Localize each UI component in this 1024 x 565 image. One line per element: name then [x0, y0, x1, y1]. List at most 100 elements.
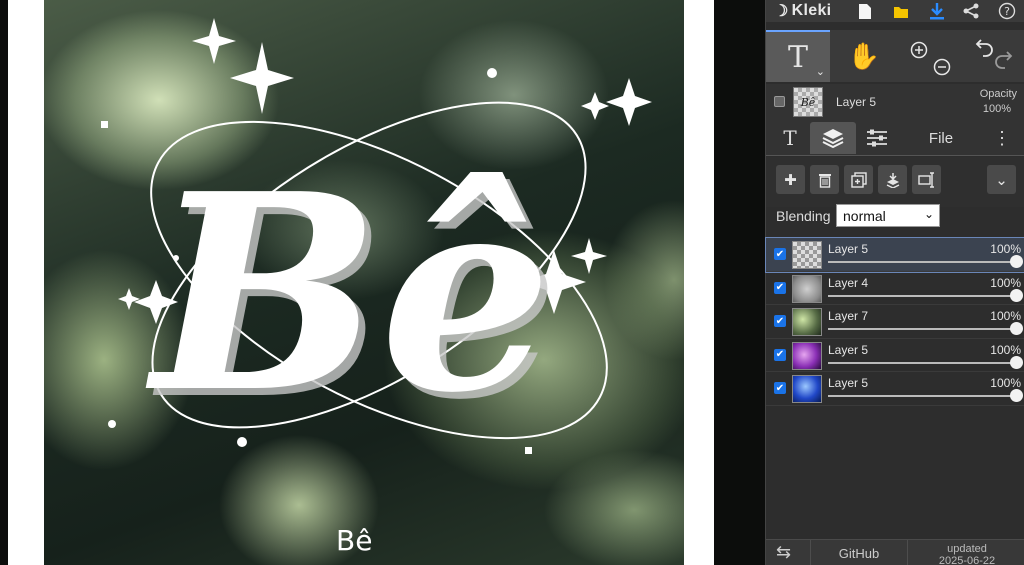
opacity-slider-handle[interactable]	[1010, 322, 1023, 336]
swap-side-icon[interactable]: ⇆	[776, 542, 791, 563]
delete-layer-button[interactable]	[810, 165, 839, 194]
tab-text-settings[interactable]: T	[776, 122, 804, 154]
layer-opacity-value: 100%	[990, 309, 1021, 324]
layer-row[interactable]: ✔ Layer 7 100%	[766, 305, 1024, 339]
kleki-logo-icon: ☽	[774, 3, 789, 20]
layer-actions: ✚ ⌄	[766, 157, 1024, 207]
github-link[interactable]: GitHub	[810, 540, 908, 565]
layer-opacity-slider[interactable]	[828, 355, 1023, 369]
sparkle-star	[192, 18, 236, 64]
artwork-canvas[interactable]: Bê Bê Bê	[44, 0, 684, 565]
opacity-slider-fill	[828, 328, 1017, 331]
layer-name: Layer 5	[828, 376, 869, 391]
blending-mode-select[interactable]: normal ⌄	[836, 204, 940, 227]
zoom-controls	[900, 30, 960, 82]
new-image-icon[interactable]	[852, 0, 878, 22]
kleki-app: Bê Bê Bê ☽ Kleki ? T ⌄ ✋ Bê Layer 5 Opac…	[0, 0, 1024, 565]
active-layer-visibility-checkbox[interactable]	[774, 96, 785, 107]
chevron-down-icon: ⌄	[923, 207, 934, 221]
more-options-icon[interactable]: ⋮	[990, 122, 1014, 154]
updated-info: updated 2025-06-22	[936, 543, 998, 565]
layer-row[interactable]: ✔ Layer 4 100%	[766, 272, 1024, 306]
panel-tabs: T File ⋮	[766, 120, 1024, 156]
plus-icon: ✚	[784, 171, 797, 189]
sparkle-star	[571, 238, 607, 274]
opacity-slider-fill	[828, 361, 1017, 364]
layer-name: Layer 4	[828, 275, 869, 290]
layer-visibility-checkbox[interactable]: ✔	[774, 382, 786, 395]
rename-icon	[917, 171, 934, 188]
layer-name: Layer 5	[828, 242, 869, 256]
opacity-slider-handle[interactable]	[1010, 288, 1023, 302]
updated-label: updated	[947, 543, 987, 555]
active-layer-thumbnail: Bê	[793, 87, 823, 117]
layer-visibility-checkbox[interactable]: ✔	[774, 281, 786, 294]
opacity-slider-fill	[828, 294, 1017, 297]
opacity-label: Opacity	[979, 88, 1017, 100]
zoom-in-icon[interactable]	[910, 41, 928, 59]
tab-adjustments[interactable]	[862, 122, 892, 154]
help-icon[interactable]: ?	[994, 0, 1020, 22]
layer-opacity-value: 100%	[990, 275, 1021, 290]
open-folder-icon[interactable]	[888, 0, 914, 22]
opacity-slider-fill	[828, 261, 1017, 263]
undo-icon[interactable]	[975, 39, 993, 57]
active-layer-header: Bê Layer 5 Opacity 100%	[766, 84, 1024, 120]
sliders-icon	[867, 129, 887, 147]
layer-visibility-checkbox[interactable]: ✔	[774, 348, 786, 361]
zoom-out-icon[interactable]	[933, 58, 951, 76]
orbit-dot	[487, 68, 497, 78]
layer-row[interactable]: ✔ Layer 5 100%	[766, 339, 1024, 373]
layer-opacity-slider[interactable]	[828, 288, 1023, 302]
merge-down-icon	[886, 172, 899, 188]
opacity-slider-handle[interactable]	[1010, 389, 1023, 403]
layer-visibility-checkbox[interactable]: ✔	[774, 248, 786, 260]
layer-list: ✔ Layer 5 100% ✔ Layer 4 100% ✔ Layer 7 100% ✔ Lay…	[765, 237, 1024, 406]
side-panel: ☽ Kleki ? T ⌄ ✋ Bê Layer 5 Opacity 100% …	[765, 0, 1024, 565]
sparkle-star	[230, 42, 294, 114]
hand-icon: ✋	[847, 40, 881, 71]
layer-row[interactable]: ✔ Layer 5 100%	[766, 372, 1024, 406]
layer-options-dropdown[interactable]: ⌄	[987, 165, 1016, 194]
layer-opacity-slider[interactable]	[828, 255, 1023, 268]
layer-row[interactable]: ✔ Layer 5 100%	[765, 237, 1024, 273]
artwork-drawing: Bê Bê	[101, 18, 652, 459]
layer-opacity-slider[interactable]	[828, 322, 1023, 336]
sparkle-star	[606, 78, 652, 126]
active-layer-name: Layer 5	[836, 95, 877, 109]
layer-opacity-slider[interactable]	[828, 389, 1023, 403]
duplicate-icon	[850, 171, 867, 188]
rename-layer-button[interactable]	[912, 165, 941, 194]
opacity-value: 100%	[982, 103, 1011, 115]
logo-text: Kleki	[791, 2, 832, 19]
layer-name: Layer 5	[828, 342, 869, 357]
transform-handle[interactable]	[101, 121, 108, 128]
layer-name: Layer 7	[828, 309, 869, 324]
layers-icon	[822, 129, 844, 149]
history-controls	[964, 30, 1024, 82]
chevron-down-icon[interactable]: ⌄	[816, 65, 825, 78]
layer-thumbnail	[792, 274, 822, 303]
merge-down-button[interactable]	[878, 165, 907, 194]
kleki-logo[interactable]: ☽ Kleki	[774, 1, 831, 21]
artwork-caption: Bê	[336, 524, 373, 557]
download-icon[interactable]	[924, 0, 950, 22]
artwork-title: Bê	[144, 134, 552, 452]
layer-thumbnail	[792, 375, 822, 404]
share-icon[interactable]	[958, 0, 984, 22]
text-tool-button[interactable]: T ⌄	[766, 30, 830, 82]
chevron-down-icon: ⌄	[995, 171, 1008, 189]
canvas-area[interactable]: Bê Bê Bê	[0, 0, 765, 565]
opacity-slider-handle[interactable]	[1010, 355, 1023, 369]
layer-opacity-value: 100%	[990, 376, 1021, 391]
tab-layers[interactable]	[810, 122, 856, 154]
duplicate-layer-button[interactable]	[844, 165, 873, 194]
tab-file[interactable]: File	[916, 122, 966, 154]
redo-icon[interactable]	[995, 51, 1013, 69]
add-layer-button[interactable]: ✚	[776, 165, 805, 194]
panel-footer: ⇆ GitHub updated 2025-06-22	[766, 539, 1024, 565]
opacity-slider-handle[interactable]	[1010, 255, 1023, 268]
trash-icon	[818, 173, 831, 188]
hand-tool-button[interactable]: ✋	[832, 30, 896, 82]
layer-visibility-checkbox[interactable]: ✔	[774, 315, 786, 328]
